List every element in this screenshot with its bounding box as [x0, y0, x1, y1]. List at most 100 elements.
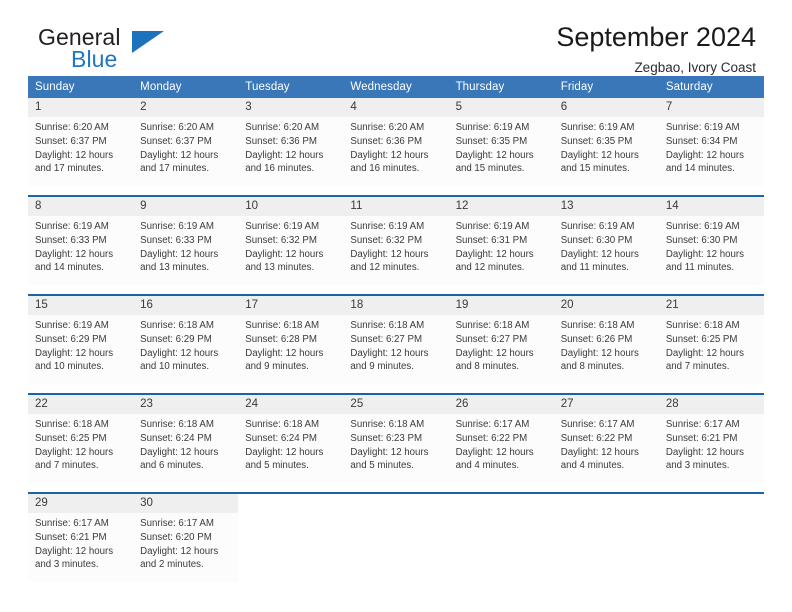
weekday-header-friday: Friday — [553, 76, 659, 98]
day-number-cell[interactable]: 20 — [553, 296, 659, 315]
day-number-cell[interactable]: 4 — [343, 98, 449, 117]
day-number-cell[interactable]: 28 — [658, 395, 764, 414]
empty-day-cell — [238, 494, 344, 513]
daylight-text-line1: Daylight: 12 hours — [455, 149, 534, 161]
daylight-text-line2: and 4 minutes. — [560, 460, 625, 472]
day-info-cell[interactable]: Sunrise: 6:20 AM Sunset: 6:37 PM Dayligh… — [28, 117, 134, 186]
day-info-cell[interactable]: Sunrise: 6:17 AM Sunset: 6:21 PM Dayligh… — [658, 414, 764, 483]
daylight-text-line2: and 14 minutes. — [35, 262, 104, 274]
day-info-cell[interactable]: Sunrise: 6:19 AM Sunset: 6:34 PM Dayligh… — [658, 117, 764, 186]
sunrise-text: Sunrise: 6:18 AM — [245, 419, 320, 430]
logo-text-blue: Blue — [71, 46, 118, 72]
general-blue-logo[interactable]: General Blue — [38, 26, 188, 78]
day-number-cell[interactable]: 8 — [28, 197, 134, 216]
day-info-cell[interactable]: Sunrise: 6:19 AM Sunset: 6:32 PM Dayligh… — [343, 216, 449, 285]
sunrise-text: Sunrise: 6:19 AM — [665, 221, 740, 232]
day-info-cell[interactable]: Sunrise: 6:18 AM Sunset: 6:26 PM Dayligh… — [553, 315, 659, 384]
day-info-cell[interactable]: Sunrise: 6:18 AM Sunset: 6:27 PM Dayligh… — [343, 315, 449, 384]
daylight-text-line2: and 13 minutes. — [140, 262, 210, 274]
daylight-text-line1: Daylight: 12 hours — [665, 248, 744, 260]
daylight-text-line1: Daylight: 12 hours — [350, 248, 429, 260]
day-number-cell[interactable]: 25 — [343, 395, 449, 414]
day-info-cell[interactable]: Sunrise: 6:17 AM Sunset: 6:22 PM Dayligh… — [448, 414, 554, 483]
day-info-cell[interactable]: Sunrise: 6:19 AM Sunset: 6:35 PM Dayligh… — [553, 117, 659, 186]
day-info-cell[interactable]: Sunrise: 6:19 AM Sunset: 6:31 PM Dayligh… — [448, 216, 554, 285]
day-info-cell[interactable]: Sunrise: 6:18 AM Sunset: 6:28 PM Dayligh… — [238, 315, 344, 384]
day-number-cell[interactable]: 5 — [448, 98, 554, 117]
daylight-text-line1: Daylight: 12 hours — [245, 347, 324, 359]
day-number-cell[interactable]: 10 — [238, 197, 344, 216]
day-number-cell[interactable]: 11 — [343, 197, 449, 216]
day-number-cell[interactable]: 17 — [238, 296, 344, 315]
day-number-cell[interactable]: 15 — [28, 296, 134, 315]
daylight-text-line1: Daylight: 12 hours — [140, 248, 219, 260]
weekday-header-thursday: Thursday — [448, 76, 554, 98]
day-info-cell[interactable]: Sunrise: 6:19 AM Sunset: 6:32 PM Dayligh… — [238, 216, 344, 285]
day-info-cell[interactable]: Sunrise: 6:20 AM Sunset: 6:36 PM Dayligh… — [343, 117, 449, 186]
day-info-cell[interactable]: Sunrise: 6:19 AM Sunset: 6:35 PM Dayligh… — [448, 117, 554, 186]
day-info-cell[interactable]: Sunrise: 6:18 AM Sunset: 6:24 PM Dayligh… — [238, 414, 344, 483]
daylight-text-line2: and 8 minutes. — [560, 361, 625, 373]
day-number-cell[interactable]: 23 — [133, 395, 239, 414]
day-number-cell[interactable]: 27 — [553, 395, 659, 414]
day-info-cell[interactable]: Sunrise: 6:18 AM Sunset: 6:25 PM Dayligh… — [28, 414, 134, 483]
sunrise-text: Sunrise: 6:19 AM — [245, 221, 320, 232]
weekday-header-monday: Monday — [133, 76, 239, 98]
empty-info-cell — [238, 513, 344, 582]
day-number-cell[interactable]: 14 — [658, 197, 764, 216]
sunset-text: Sunset: 6:24 PM — [245, 432, 317, 444]
week-5-info-row: Sunrise: 6:17 AM Sunset: 6:21 PM Dayligh… — [28, 513, 764, 582]
day-number-cell[interactable]: 19 — [448, 296, 554, 315]
sunset-text: Sunset: 6:28 PM — [245, 333, 317, 345]
day-number-cell[interactable]: 21 — [658, 296, 764, 315]
empty-info-cell — [343, 513, 449, 582]
day-number-cell[interactable]: 18 — [343, 296, 449, 315]
day-number-cell[interactable]: 9 — [133, 197, 239, 216]
day-number-cell[interactable]: 30 — [133, 494, 239, 513]
daylight-text-line1: Daylight: 12 hours — [140, 149, 219, 161]
day-info-cell[interactable]: Sunrise: 6:18 AM Sunset: 6:24 PM Dayligh… — [133, 414, 239, 483]
day-info-cell[interactable]: Sunrise: 6:18 AM Sunset: 6:27 PM Dayligh… — [448, 315, 554, 384]
day-number-cell[interactable]: 6 — [553, 98, 659, 117]
week-gap — [28, 384, 764, 393]
day-info-cell[interactable]: Sunrise: 6:20 AM Sunset: 6:37 PM Dayligh… — [133, 117, 239, 186]
day-number-cell[interactable]: 24 — [238, 395, 344, 414]
sunrise-text: Sunrise: 6:19 AM — [35, 221, 109, 232]
sunset-text: Sunset: 6:25 PM — [665, 333, 738, 345]
daylight-text-line1: Daylight: 12 hours — [350, 446, 429, 458]
day-number-cell[interactable]: 16 — [133, 296, 239, 315]
sunrise-text: Sunrise: 6:18 AM — [140, 320, 214, 331]
daylight-text-line1: Daylight: 12 hours — [560, 149, 639, 161]
daylight-text-line2: and 9 minutes. — [350, 361, 414, 373]
day-number-cell[interactable]: 26 — [448, 395, 554, 414]
day-info-cell[interactable]: Sunrise: 6:17 AM Sunset: 6:21 PM Dayligh… — [28, 513, 134, 582]
day-info-cell[interactable]: Sunrise: 6:19 AM Sunset: 6:30 PM Dayligh… — [658, 216, 764, 285]
day-number-cell[interactable]: 3 — [238, 98, 344, 117]
day-number-cell[interactable]: 29 — [28, 494, 134, 513]
day-info-cell[interactable]: Sunrise: 6:19 AM Sunset: 6:29 PM Dayligh… — [28, 315, 134, 384]
sunset-text: Sunset: 6:31 PM — [455, 234, 528, 246]
day-number-cell[interactable]: 7 — [658, 98, 764, 117]
day-info-cell[interactable]: Sunrise: 6:18 AM Sunset: 6:29 PM Dayligh… — [133, 315, 239, 384]
daylight-text-line1: Daylight: 12 hours — [455, 248, 534, 260]
weekday-header-tuesday: Tuesday — [238, 76, 344, 98]
sunset-text: Sunset: 6:35 PM — [560, 135, 633, 147]
day-number-cell[interactable]: 1 — [28, 98, 134, 117]
day-info-cell[interactable]: Sunrise: 6:18 AM Sunset: 6:25 PM Dayligh… — [658, 315, 764, 384]
week-2-daynum-row: 8 9 10 11 12 13 14 — [28, 197, 764, 216]
day-number-cell[interactable]: 12 — [448, 197, 554, 216]
day-number-cell[interactable]: 13 — [553, 197, 659, 216]
day-info-cell[interactable]: Sunrise: 6:19 AM Sunset: 6:33 PM Dayligh… — [28, 216, 134, 285]
day-number-cell[interactable]: 22 — [28, 395, 134, 414]
sunset-text: Sunset: 6:21 PM — [665, 432, 738, 444]
day-info-cell[interactable]: Sunrise: 6:18 AM Sunset: 6:23 PM Dayligh… — [343, 414, 449, 483]
sunset-text: Sunset: 6:33 PM — [140, 234, 212, 246]
day-info-cell[interactable]: Sunrise: 6:19 AM Sunset: 6:33 PM Dayligh… — [133, 216, 239, 285]
day-info-cell[interactable]: Sunrise: 6:19 AM Sunset: 6:30 PM Dayligh… — [553, 216, 659, 285]
day-info-cell[interactable]: Sunrise: 6:17 AM Sunset: 6:20 PM Dayligh… — [133, 513, 239, 582]
sunset-text: Sunset: 6:21 PM — [35, 531, 107, 543]
day-info-cell[interactable]: Sunrise: 6:20 AM Sunset: 6:36 PM Dayligh… — [238, 117, 344, 186]
sunrise-text: Sunrise: 6:19 AM — [455, 221, 530, 232]
day-number-cell[interactable]: 2 — [133, 98, 239, 117]
day-info-cell[interactable]: Sunrise: 6:17 AM Sunset: 6:22 PM Dayligh… — [553, 414, 659, 483]
